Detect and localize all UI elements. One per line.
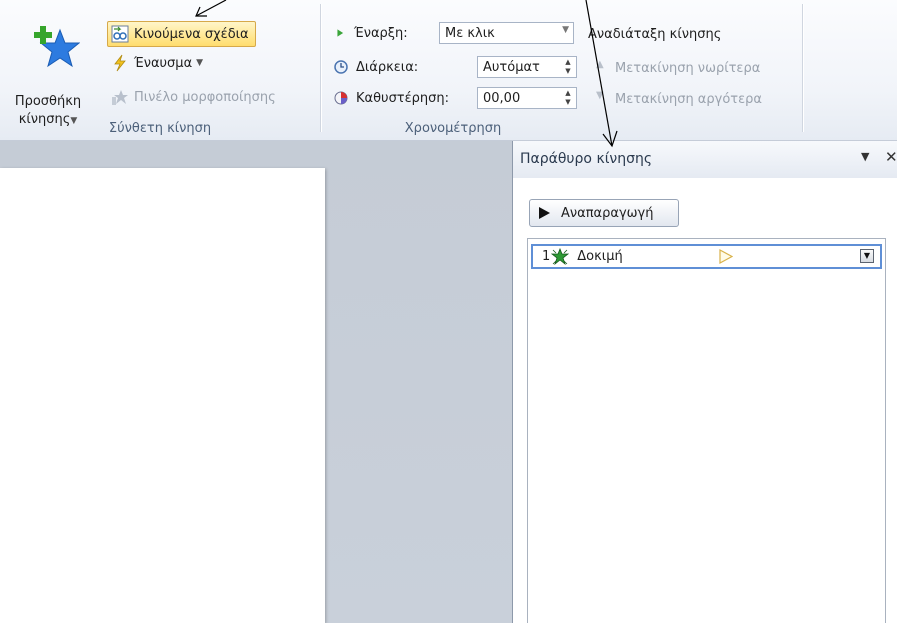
chevron-down-icon[interactable]: ▼: [562, 25, 569, 35]
spin-arrows-icon[interactable]: ▲ ▼: [563, 58, 573, 76]
motion-paths-button[interactable]: Κινούμενα σχέδια: [107, 21, 256, 47]
list-item[interactable]: 1 Δοκιμή ▼: [531, 244, 882, 269]
painter-star-icon: [112, 90, 128, 105]
start-label: Έναρξη:: [336, 22, 408, 44]
item-name: Δοκιμή: [577, 249, 623, 264]
trigger-label: Έναυσμα: [134, 55, 193, 71]
delay-spinner[interactable]: 00,00 ▲ ▼: [477, 87, 577, 109]
trigger-button[interactable]: Έναυσμα ▼: [111, 51, 203, 75]
add-star-icon: [34, 26, 80, 68]
play-label: Αναπαραγωγή: [561, 205, 654, 221]
slide-workspace: [0, 141, 512, 623]
motion-paths-icon: [111, 25, 129, 43]
duration-value: Αυτόματ: [483, 59, 540, 75]
move-earlier-button[interactable]: ▲ Μετακίνηση νωρίτερα: [596, 56, 760, 80]
move-earlier-label: Μετακίνηση νωρίτερα: [615, 60, 761, 76]
delay-clock-icon: [334, 91, 348, 105]
start-value: Με κλικ: [445, 25, 495, 41]
play-triangle-icon: [337, 29, 344, 37]
move-later-label: Μετακίνηση αργότερα: [615, 91, 762, 107]
chevron-down-icon: ▼: [196, 58, 204, 68]
animation-painter-button[interactable]: Πινέλο μορφοποίησης: [111, 85, 276, 109]
move-later-button[interactable]: ▼ Μετακίνηση αργότερα: [596, 87, 762, 111]
lightning-icon: [114, 54, 126, 72]
pane-title: Παράθυρο κίνησης: [520, 151, 653, 167]
group-divider: [802, 4, 804, 132]
slide-canvas[interactable]: [0, 168, 325, 623]
clock-icon: [334, 60, 348, 74]
add-animation-label-1: Προσθήκη: [14, 94, 82, 109]
advanced-animation-group: Προσθήκη κίνησης▼ Κινούμενα σχέδια Έναυσ…: [0, 0, 320, 140]
advanced-animation-group-label: Σύνθετη κίνηση: [108, 121, 212, 136]
item-dropdown-icon[interactable]: ▼: [860, 249, 874, 263]
duration-spinner[interactable]: Αυτόματ ▲ ▼: [477, 56, 577, 78]
delay-label: Καθυστέρηση:: [334, 87, 449, 109]
reorder-group: Αναδιάταξη κίνησης ▲ Μετακίνηση νωρίτερα…: [584, 0, 804, 140]
close-icon[interactable]: ✕: [885, 148, 897, 166]
ribbon: Προσθήκη κίνησης▼ Κινούμενα σχέδια Έναυσ…: [0, 0, 897, 141]
reorder-title: Αναδιάταξη κίνησης: [588, 26, 722, 42]
animation-list: 1 Δοκιμή ▼: [527, 238, 886, 623]
arrow-down-icon: ▼: [596, 90, 604, 101]
item-number: 1: [542, 249, 551, 264]
animation-painter-label: Πινέλο μορφοποίησης: [134, 89, 276, 105]
timing-group: Έναρξη: Με κλικ ▼ Διάρκεια: Αυτόματ ▲ ▼ Κ…: [322, 0, 584, 140]
arrow-up-icon: ▲: [596, 59, 604, 70]
delay-value: 00,00: [483, 90, 521, 106]
duration-label: Διάρκεια:: [334, 56, 418, 78]
start-select[interactable]: Με κλικ ▼: [439, 22, 574, 44]
pane-menu-icon[interactable]: ▼: [861, 150, 869, 163]
play-button[interactable]: Αναπαραγωγή: [529, 199, 679, 227]
animation-pane: Παράθυρο κίνησης ▼ ✕ Αναπαραγωγή 1 Δοκιμ…: [512, 141, 897, 623]
star-effect-icon: [551, 247, 570, 265]
add-animation-button[interactable]: Προσθήκη κίνησης▼: [12, 18, 98, 127]
motion-paths-label: Κινούμενα σχέδια: [134, 26, 249, 42]
timing-group-label: Χρονομέτρηση: [404, 121, 502, 136]
spin-arrows-icon[interactable]: ▲ ▼: [563, 89, 573, 107]
animation-pane-header: Παράθυρο κίνησης ▼ ✕: [513, 141, 897, 178]
play-icon: [539, 207, 550, 219]
timeline-marker-icon: [719, 249, 733, 264]
